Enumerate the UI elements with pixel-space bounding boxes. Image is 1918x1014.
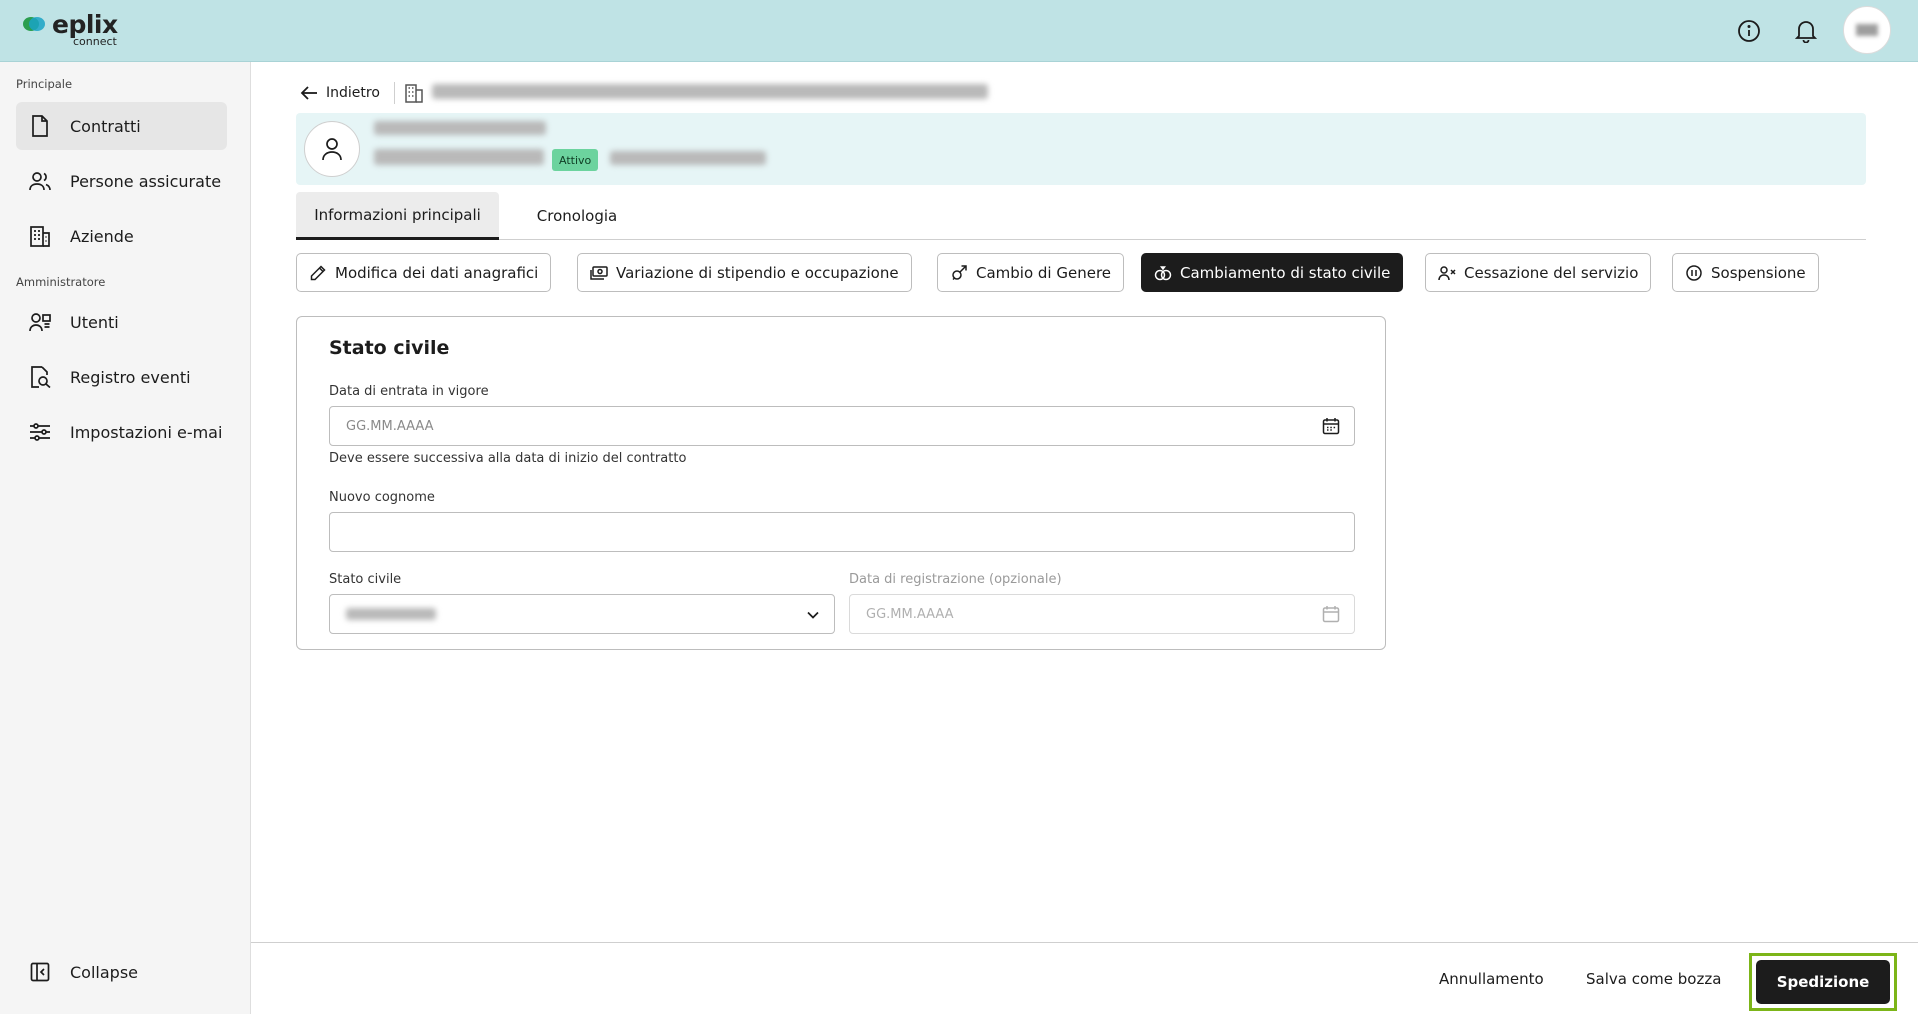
back-label: Indietro [326, 85, 380, 101]
bell-icon[interactable] [1791, 16, 1821, 46]
top-bar: eplix connect [0, 0, 1918, 62]
sidebar-item-persone-assicurate[interactable]: Persone assicurate [16, 157, 227, 205]
insured-person-header: Attivo [296, 113, 1866, 185]
section-label-principal: Principale [16, 77, 73, 91]
person-id-redacted [610, 151, 766, 165]
form-footer: Annullamento Salva come bozza Spedizione [251, 942, 1918, 1014]
sidebar-item-contratti[interactable]: Contratti [16, 102, 227, 150]
contract-number-redacted [374, 121, 546, 135]
money-icon [590, 264, 608, 282]
pause-icon [1685, 264, 1703, 282]
calendar-icon[interactable] [1322, 605, 1340, 623]
registration-date-label: Data di registrazione (opzionale) [849, 572, 1062, 587]
gender-change-button[interactable]: Cambio di Genere [937, 253, 1125, 292]
people-icon [28, 169, 52, 193]
new-surname-label: Nuovo cognome [329, 490, 435, 505]
building-icon [28, 224, 52, 248]
chevron-down-icon [807, 611, 819, 619]
sidebar-item-registro-eventi[interactable]: Registro eventi [16, 353, 227, 401]
avatar-initials [1856, 24, 1878, 36]
action-label: Cambiamento di stato civile [1180, 263, 1391, 282]
action-label: Cambio di Genere [976, 263, 1112, 282]
sidebar-item-label: Contratti [70, 116, 141, 136]
person-name-redacted [374, 149, 544, 165]
marital-status-value-redacted [346, 608, 436, 620]
sidebar-item-label: Utenti [70, 312, 119, 332]
company-building-icon [405, 84, 423, 103]
breadcrumb-divider [394, 82, 395, 104]
submit-button[interactable]: Spedizione [1756, 960, 1890, 1004]
arrow-left-icon [300, 86, 317, 100]
service-termination-button[interactable]: Cessazione del servizio [1425, 253, 1652, 292]
logo-mark-icon [23, 17, 45, 31]
tab-cronologia[interactable]: Cronologia [506, 192, 648, 240]
save-draft-button[interactable]: Salva come bozza [1586, 943, 1721, 1014]
registration-date-input[interactable]: GG.MM.AAAA [849, 594, 1355, 634]
section-label-admin: Amministratore [16, 275, 106, 289]
sidebar-item-utenti[interactable]: Utenti [16, 298, 227, 346]
breadcrumb-company-redacted[interactable] [432, 84, 988, 99]
sidebar-item-label: Impostazioni e-mai [70, 422, 223, 442]
calendar-icon[interactable] [1322, 417, 1340, 435]
back-button[interactable]: Indietro [300, 82, 380, 104]
rings-icon [1154, 264, 1172, 282]
effective-date-placeholder: GG.MM.AAAA [346, 418, 434, 434]
new-surname-input[interactable] [329, 512, 1355, 552]
info-icon[interactable] [1734, 16, 1764, 46]
edit-personal-data-button[interactable]: Modifica dei dati anagrafici [296, 253, 552, 292]
action-label: Modifica dei dati anagrafici [335, 263, 539, 282]
registration-date-placeholder: GG.MM.AAAA [866, 606, 954, 622]
salary-change-button[interactable]: Variazione di stipendio e occupazione [577, 253, 912, 292]
user-remove-icon [1438, 264, 1456, 282]
users-icon [28, 310, 52, 334]
marital-status-form: Stato civile Data di entrata in vigore G… [296, 316, 1386, 650]
user-avatar[interactable] [1843, 6, 1891, 54]
search-document-icon [28, 365, 52, 389]
gender-icon [950, 264, 968, 282]
sidebar-item-impostazioni-email[interactable]: Impostazioni e-mai [16, 408, 227, 456]
marital-status-change-button[interactable]: Cambiamento di stato civile [1141, 253, 1404, 292]
sidebar-item-label: Persone assicurate [70, 171, 222, 191]
sidebar-item-aziende[interactable]: Aziende [16, 212, 227, 260]
collapse-label: Collapse [70, 962, 138, 982]
document-icon [28, 114, 52, 138]
sliders-icon [28, 420, 52, 444]
collapse-button[interactable]: Collapse [16, 948, 227, 996]
effective-date-input[interactable]: GG.MM.AAAA [329, 406, 1355, 446]
app-logo[interactable]: eplix connect [22, 10, 132, 52]
pencil-icon [309, 264, 327, 282]
collapse-icon [28, 960, 52, 984]
brand-sub: connect [73, 35, 117, 48]
sidebar-item-label: Registro eventi [70, 367, 191, 387]
sidebar-item-label: Aziende [70, 226, 134, 246]
submit-highlight: Spedizione [1749, 953, 1897, 1011]
tabs: Informazioni principali Cronologia [296, 192, 1866, 240]
person-avatar [304, 121, 360, 177]
effective-date-label: Data di entrata in vigore [329, 384, 489, 399]
marital-status-select[interactable] [329, 594, 835, 634]
sidebar: Principale Contratti Persone assicurate … [0, 62, 251, 1014]
form-title: Stato civile [329, 337, 450, 359]
suspension-button[interactable]: Sospensione [1672, 253, 1819, 292]
effective-date-helper: Deve essere successiva alla data di iniz… [329, 451, 687, 466]
person-icon [322, 138, 342, 161]
action-label: Sospensione [1711, 263, 1806, 282]
status-badge: Attivo [552, 149, 599, 171]
action-label: Cessazione del servizio [1464, 263, 1639, 282]
cancel-button[interactable]: Annullamento [1439, 943, 1544, 1014]
action-label: Variazione di stipendio e occupazione [616, 263, 899, 282]
marital-status-label: Stato civile [329, 572, 402, 587]
tab-informazioni-principali[interactable]: Informazioni principali [296, 192, 499, 240]
